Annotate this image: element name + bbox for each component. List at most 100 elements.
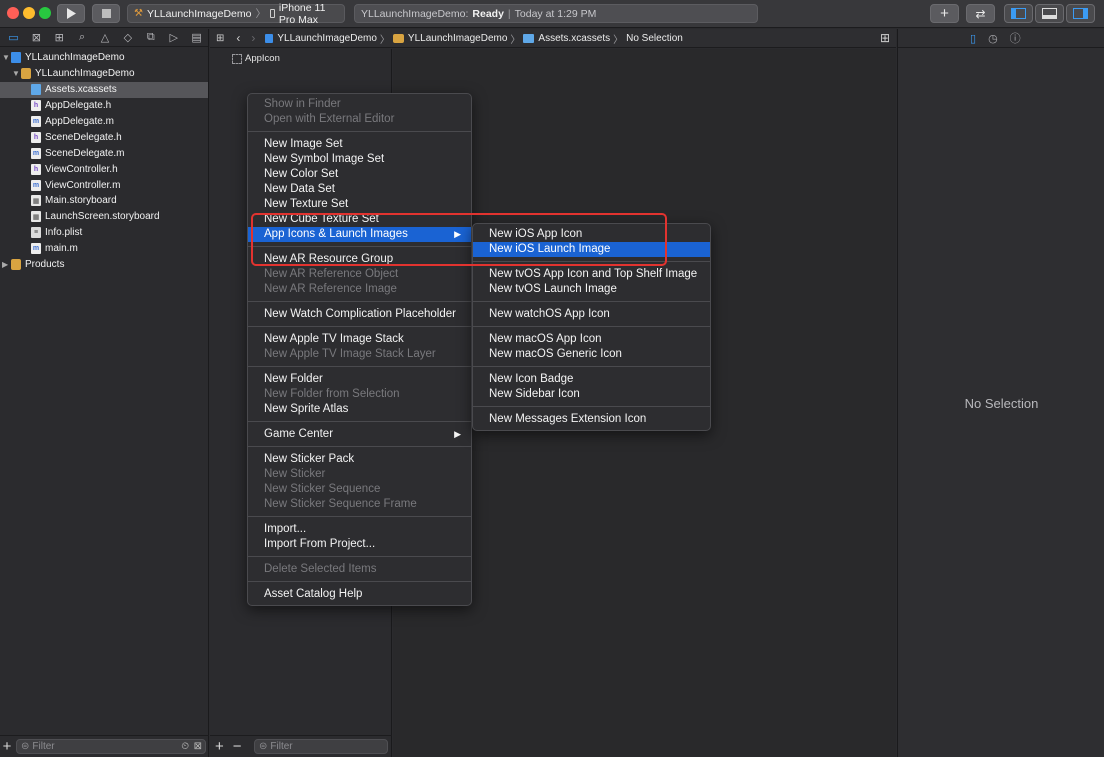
stop-button[interactable] [92, 4, 120, 23]
menu-item-new-sticker-pack[interactable]: New Sticker Pack [248, 452, 471, 467]
submenu-item-new-icon-badge[interactable]: New Icon Badge [473, 372, 710, 387]
zoom-window-button[interactable] [39, 7, 51, 19]
warning-icon[interactable]: △ [94, 31, 117, 44]
scheme-project: YLLaunchImageDemo [146, 7, 252, 20]
menu-item-label: New AR Resource Group [264, 253, 394, 265]
symbol-icon[interactable]: ⊞ [48, 31, 71, 44]
submenu-item-new-messages-extension-icon[interactable]: New Messages Extension Icon [473, 412, 710, 427]
tree-item-main-m[interactable]: m main.m [0, 241, 208, 257]
tree-item-appdelegate-m[interactable]: m AppDelegate.m [0, 114, 208, 130]
disclosure-open-icon[interactable]: ▼ [2, 53, 11, 62]
scheme-selector[interactable]: ⚒ YLLaunchImageDemo 〉 iPhone 11 Pro Max [127, 2, 345, 26]
related-items-icon[interactable]: ⊞ [216, 33, 224, 44]
submenu-item-new-ios-launch-image[interactable]: New iOS Launch Image [473, 242, 710, 257]
menu-item-new-apple-tv-image-stack[interactable]: New Apple TV Image Stack [248, 332, 471, 347]
back-button[interactable]: ‹ [236, 31, 240, 45]
menu-item-label: New tvOS Launch Image [489, 283, 617, 295]
chevron-right-icon: 〉 [613, 34, 624, 46]
menu-item-import[interactable]: Import... [248, 522, 471, 537]
tree-item-scenedelegate-m[interactable]: m SceneDelegate.m [0, 145, 208, 161]
toggle-debug-area-button[interactable] [1035, 4, 1064, 23]
asset-filter-field[interactable]: ⊜ Filter [254, 739, 388, 754]
submenu-item-new-watchos-app-icon[interactable]: New watchOS App Icon [473, 307, 710, 322]
toggle-navigator-button[interactable] [1004, 4, 1033, 23]
debug-icon[interactable]: ⧉ [139, 31, 162, 44]
navigator-tabs: ▭ ⊠ ⊞ ⌕ △ ◇ ⧉ ▷ ▤ [0, 29, 208, 47]
add-file-button[interactable]: + [0, 738, 14, 755]
left-panel-icon [1011, 8, 1026, 19]
history-inspector-icon[interactable]: ◷ [988, 32, 998, 45]
tree-item-viewcontroller-m[interactable]: m ViewController.m [0, 177, 208, 193]
app-icon-placeholder-icon [232, 53, 242, 64]
breakpoint-icon[interactable]: ▷ [162, 31, 185, 44]
toggle-inspector-button[interactable] [1066, 4, 1095, 23]
tree-item-scenedelegate-h[interactable]: h SceneDelegate.h [0, 129, 208, 145]
menu-item-new-cube-texture-set[interactable]: New Cube Texture Set [248, 212, 471, 227]
tree-item-appdelegate-h[interactable]: h AppDelegate.h [0, 98, 208, 114]
menu-item-new-symbol-image-set[interactable]: New Symbol Image Set [248, 152, 471, 167]
crumb-assets[interactable]: Assets.xcassets [538, 33, 610, 44]
crumb-selection[interactable]: No Selection [626, 33, 683, 44]
tree-item-label: SceneDelegate.h [45, 131, 122, 143]
menu-item-game-center[interactable]: Game Center ▶ [248, 427, 471, 442]
menu-item-label: New Cube Texture Set [264, 213, 379, 225]
menu-item-new-folder[interactable]: New Folder [248, 372, 471, 387]
submenu-item-new-tvos-app-icon-and-top-shelf-image[interactable]: New tvOS App Icon and Top Shelf Image [473, 267, 710, 282]
remove-asset-button[interactable]: − [233, 738, 242, 755]
test-icon[interactable]: ◇ [116, 31, 139, 44]
file-inspector-icon[interactable]: ▯ [970, 32, 976, 45]
tree-item-label: Assets.xcassets [45, 84, 117, 96]
disclosure-closed-icon[interactable]: ▶ [2, 260, 11, 269]
submenu-item-new-macos-app-icon[interactable]: New macOS App Icon [473, 332, 710, 347]
add-editor-icon[interactable]: ⊞ [880, 31, 890, 45]
report-icon[interactable]: ▤ [185, 31, 208, 44]
menu-item-import-from-project[interactable]: Import From Project... [248, 537, 471, 552]
menu-item-app-icons-launch-images[interactable]: App Icons & Launch Images ▶ [248, 227, 471, 242]
tree-item-info-plist[interactable]: ≡ Info.plist [0, 225, 208, 241]
add-asset-button[interactable]: + [215, 738, 224, 755]
help-inspector-icon[interactable]: ⓘ [1010, 30, 1021, 46]
tree-item-assets-xcassets[interactable]: Assets.xcassets [0, 81, 208, 98]
crumb-project[interactable]: YLLaunchImageDemo [277, 33, 377, 44]
tree-item-yllaunchimagedemo[interactable]: ▼ YLLaunchImageDemo [0, 50, 208, 66]
submenu-item-new-tvos-launch-image[interactable]: New tvOS Launch Image [473, 282, 710, 297]
menu-item-label: New watchOS App Icon [489, 308, 610, 320]
tree-item-main-storyboard[interactable]: ▦ Main.storyboard [0, 193, 208, 209]
disclosure-open-icon[interactable]: ▼ [12, 69, 21, 78]
menu-item-label: New Icon Badge [489, 373, 574, 385]
tree-item-products[interactable]: ▶ Products [0, 257, 208, 273]
folder-icon[interactable]: ▭ [2, 31, 25, 44]
minimize-window-button[interactable] [23, 7, 35, 19]
asset-item-appicon[interactable]: AppIcon [232, 53, 280, 64]
navigator-filter-field[interactable]: ⊜ Filter ⏲ ⊠ [16, 739, 206, 754]
menu-item-asset-catalog-help[interactable]: Asset Catalog Help [248, 587, 471, 602]
submenu-item-new-sidebar-icon[interactable]: New Sidebar Icon [473, 387, 710, 402]
search-icon[interactable]: ⌕ [71, 31, 94, 44]
library-button[interactable]: + [930, 4, 959, 23]
menu-item-new-sprite-atlas[interactable]: New Sprite Atlas [248, 402, 471, 417]
menu-item-new-image-set[interactable]: New Image Set [248, 137, 471, 152]
menu-item-new-data-set[interactable]: New Data Set [248, 182, 471, 197]
forward-button[interactable]: › [251, 31, 255, 45]
menu-item-new-texture-set[interactable]: New Texture Set [248, 197, 471, 212]
submenu-item-new-macos-generic-icon[interactable]: New macOS Generic Icon [473, 347, 710, 362]
run-button[interactable] [57, 4, 85, 23]
menu-item-new-ar-resource-group[interactable]: New AR Resource Group [248, 252, 471, 267]
chevron-right-icon: 〉 [510, 34, 521, 46]
menu-item-new-color-set[interactable]: New Color Set [248, 167, 471, 182]
recent-files-icon[interactable]: ⏲ [181, 741, 189, 752]
menu-item-new-sticker: New Sticker [248, 467, 471, 482]
code-review-button[interactable]: ⇄ [966, 4, 995, 23]
tree-item-label: AppDelegate.m [45, 116, 114, 127]
submenu-item-new-ios-app-icon[interactable]: New iOS App Icon [473, 227, 710, 242]
close-window-button[interactable] [7, 7, 19, 19]
crumb-group[interactable]: YLLaunchImageDemo [408, 33, 508, 44]
source-control-icon[interactable]: ⊠ [25, 31, 48, 44]
menu-item-new-watch-complication-placeholder[interactable]: New Watch Complication Placeholder [248, 307, 471, 322]
source-file-icon: m [31, 116, 41, 127]
tree-item-viewcontroller-h[interactable]: h ViewController.h [0, 161, 208, 177]
tree-item-label: LaunchScreen.storyboard [45, 211, 160, 223]
tree-item-launchscreen-storyboard[interactable]: ▦ LaunchScreen.storyboard [0, 209, 208, 225]
modified-files-icon[interactable]: ⊠ [194, 741, 202, 752]
tree-item-yllaunchimagedemo[interactable]: ▼ YLLaunchImageDemo [0, 66, 208, 82]
